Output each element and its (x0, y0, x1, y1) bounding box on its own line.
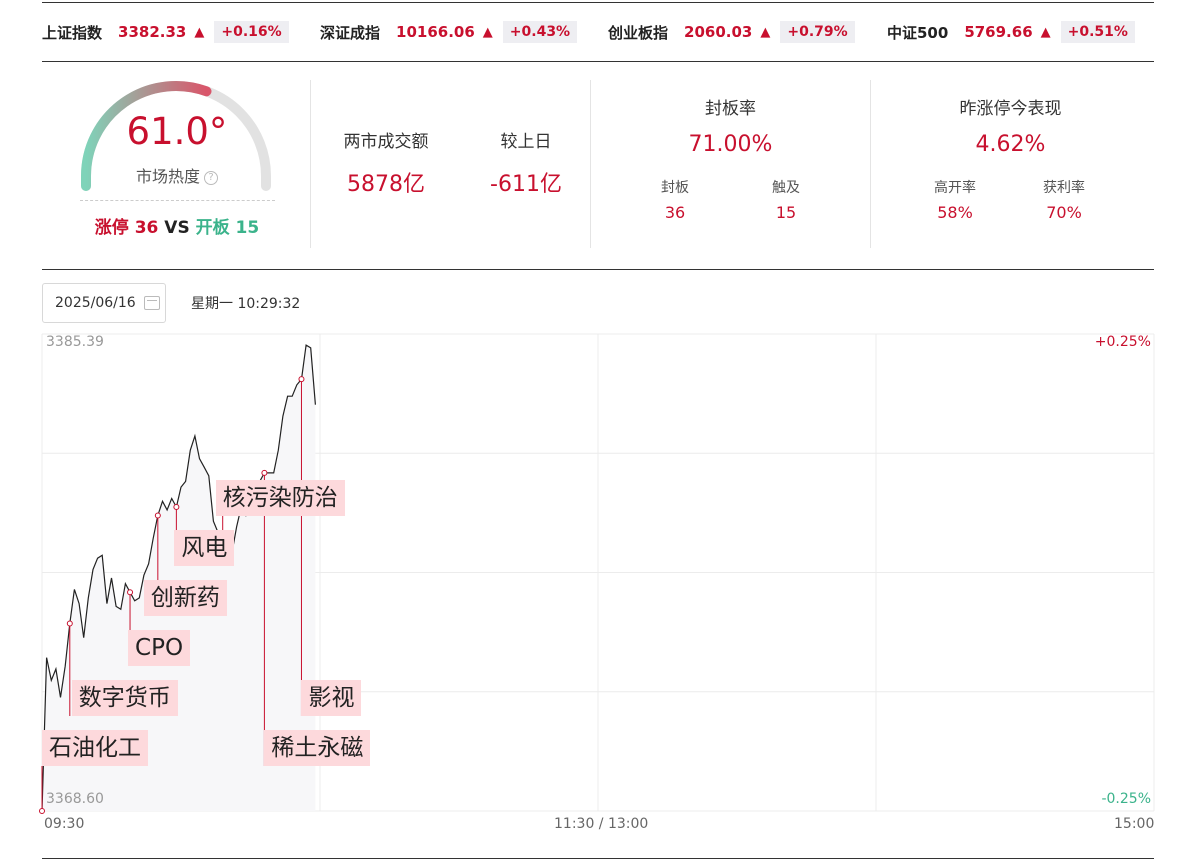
open-label: 开板 (195, 218, 230, 238)
sector-tag[interactable]: 稀土永磁 (264, 730, 371, 766)
panels-bottom-rule (42, 269, 1154, 270)
index-sz[interactable]: 深证成指 10166.06 ▲ +0.43% (320, 19, 578, 45)
touched-label: 触及 (772, 180, 800, 196)
annotation-dot (154, 512, 161, 519)
y-bottom-pct: -0.25% (1101, 791, 1151, 807)
date-value: 2025/06/16 (55, 295, 136, 311)
annotation-dot (261, 469, 268, 476)
annotation-dot (127, 589, 134, 596)
index-sh[interactable]: 上证指数 3382.33 ▲ +0.16% (42, 19, 289, 45)
index-name: 创业板指 (608, 23, 669, 42)
yesterday-title: 昨涨停今表现 (959, 99, 1062, 119)
x-label-open: 09:30 (44, 816, 85, 832)
heat-label: 市场热度 (135, 167, 200, 186)
annotation-dot (66, 620, 73, 627)
turnover-value: 5878亿 (347, 172, 425, 197)
high-open-value: 58% (937, 203, 973, 222)
sealed-label: 封板 (661, 180, 689, 196)
annotation-dot (298, 376, 305, 383)
index-name: 中证500 (887, 23, 949, 42)
sector-tag[interactable]: 数字货币 (71, 680, 178, 716)
sector-tag[interactable]: CPO (128, 630, 191, 666)
index-value: 3382.33 (118, 23, 187, 41)
sector-tag[interactable]: 风电 (174, 530, 235, 566)
seal-rate-value: 71.00% (688, 132, 773, 157)
limit-up-count: 36 (134, 218, 159, 238)
index-name: 上证指数 (42, 23, 103, 42)
sector-tag[interactable]: 石油化工 (42, 730, 148, 766)
market-heat-panel: 61.0° 市场热度? 涨停 36 VS 开板 15 (42, 80, 310, 248)
up-arrow-icon: ▲ (482, 24, 493, 40)
index-value: 10166.06 (396, 23, 475, 41)
heat-value: 61.0° (126, 110, 228, 153)
sealed-value: 36 (664, 203, 686, 222)
x-label-close: 15:00 (1114, 816, 1155, 832)
vs-text: VS (164, 218, 190, 238)
up-arrow-icon: ▲ (194, 24, 205, 40)
yesterday-panel: 昨涨停今表现 4.62% 高开率 58% 获利率 70% (871, 80, 1154, 248)
up-arrow-icon: ▲ (760, 24, 771, 40)
chart-grid (41, 333, 1155, 812)
heat-divider (80, 200, 275, 201)
index-value: 5769.66 (964, 23, 1033, 41)
top-rule (42, 2, 1154, 3)
seal-rate-title: 封板率 (705, 99, 756, 119)
profit-label: 获利率 (1043, 180, 1085, 196)
touched-value: 15 (775, 203, 797, 222)
limit-summary: 涨停 36 VS 开板 15 (42, 213, 312, 238)
index-change-badge: +0.16% (214, 21, 289, 43)
turnover-panel: 两市成交额 5878亿 较上日 -611亿 (311, 80, 590, 248)
bottom-rule (42, 858, 1154, 859)
seal-rate-panel: 封板率 71.00% 封板 36 触及 15 (591, 80, 870, 248)
index-name: 深证成指 (320, 23, 381, 42)
date-picker[interactable]: 2025/06/16 (42, 283, 166, 323)
turnover-label: 两市成交额 (343, 132, 429, 152)
profit-value: 70% (1046, 203, 1082, 222)
y-top-label: 3385.39 (46, 334, 104, 350)
annotation-dot (39, 808, 45, 814)
annotation-dot (173, 504, 180, 511)
index-ticker-row: 上证指数 3382.33 ▲ +0.16% 深证成指 10166.06 ▲ +0… (42, 13, 1154, 51)
y-top-pct: +0.25% (1094, 334, 1151, 350)
index-change-badge: +0.79% (780, 21, 855, 43)
y-bottom-label: 3368.60 (46, 791, 104, 807)
sector-tag[interactable]: 影视 (301, 680, 362, 716)
limit-up-label: 涨停 (94, 218, 129, 238)
index-value: 2060.03 (684, 23, 753, 41)
weekday-time: 星期一 10:29:32 (191, 296, 301, 312)
calendar-icon (143, 296, 160, 310)
turnover-compare-label: 较上日 (500, 132, 552, 152)
index-change-badge: +0.51% (1060, 21, 1135, 43)
turnover-compare-value: -611亿 (490, 172, 562, 197)
sector-tag[interactable]: 创新药 (143, 580, 227, 616)
x-label-noon: 11:30 / 13:00 (554, 816, 649, 832)
index-change-badge: +0.43% (502, 21, 578, 43)
yesterday-value: 4.62% (975, 132, 1046, 157)
open-count: 15 (235, 218, 260, 238)
help-icon[interactable]: ? (204, 170, 218, 185)
up-arrow-icon: ▲ (1040, 24, 1051, 40)
index-cyb[interactable]: 创业板指 2060.03 ▲ +0.79% (608, 19, 855, 45)
high-open-label: 高开率 (934, 180, 976, 196)
sector-tag[interactable]: 核污染防治 (215, 480, 345, 516)
index-zz500[interactable]: 中证500 5769.66 ▲ +0.51% (887, 19, 1135, 45)
ticker-bottom-rule (42, 61, 1154, 62)
heat-label-wrap: 市场热度? (42, 163, 312, 187)
